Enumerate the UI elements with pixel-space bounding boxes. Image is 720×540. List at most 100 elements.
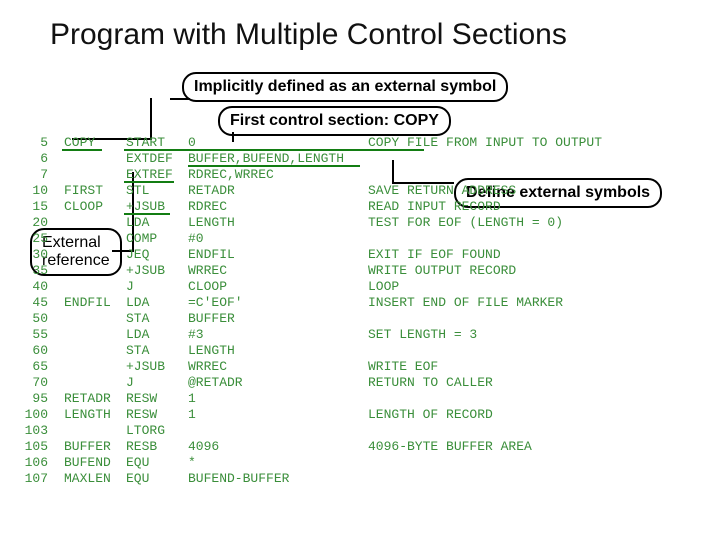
line-number: 6 [14,151,48,167]
code-row: 106BUFENDEQU* [14,455,710,471]
opcode-col: STA [126,311,188,327]
code-row: 6EXTDEFBUFFER,BUFEND,LENGTH [14,151,710,167]
code-row: 103 LTORG [14,423,710,439]
code-row: 50 STABUFFER [14,311,710,327]
line-number: 50 [14,311,48,327]
opcode-col: LDA [126,215,188,231]
line-number: 35 [14,263,48,279]
label-col: CLOOP [64,199,126,215]
opcode-col: STA [126,343,188,359]
operand-col: WRREC [188,359,368,375]
opcode-col: EQU [126,455,188,471]
line-number: 100 [14,407,48,423]
opcode-col: J [126,279,188,295]
label-col: LENGTH [64,407,126,423]
operand-col: ENDFIL [188,247,368,263]
line-number: 7 [14,167,48,183]
code-row: 15 CLOOP+JSUBRDRECREAD INPUT RECORD [14,199,710,215]
code-row: 60STALENGTH [14,343,710,359]
operand-col: CLOOP [188,279,368,295]
comment-col: 4096-BYTE BUFFER AREA [368,439,688,455]
label-col: COPY [64,135,126,151]
line-number: 106 [14,455,48,471]
comment-col: EXIT IF EOF FOUND [368,247,688,263]
code-row: 25 COMP#0 [14,231,710,247]
code-row: 35 +JSUBWRRECWRITE OUTPUT RECORD [14,263,710,279]
callout-implicit-symbol: Implicitly defined as an external symbol [182,72,508,102]
code-row: 40 JCLOOPLOOP [14,279,710,295]
code-row: 10FIRSTSTLRETADRSAVE RETURN ADDRESS [14,183,710,199]
operand-col: RETADR [188,183,368,199]
operand-col: #0 [188,231,368,247]
opcode-col: RESB [126,439,188,455]
code-row: 105BUFFERRESB40964096-BYTE BUFFER AREA [14,439,710,455]
operand-col: BUFEND-BUFFER [188,471,368,487]
opcode-col: LDA [126,327,188,343]
comment-col: RETURN TO CALLER [368,375,688,391]
comment-col: LOOP [368,279,688,295]
code-row: 55 LDA#3SET LENGTH = 3 [14,327,710,343]
line-number: 25 [14,231,48,247]
code-row: 30JEQENDFILEXIT IF EOF FOUND [14,247,710,263]
label-col: ENDFIL [64,295,126,311]
opcode-col: COMP [126,231,188,247]
line-number: 20 [14,215,48,231]
operand-col: BUFFER [188,311,368,327]
line-number: 103 [14,423,48,439]
connector-line [150,98,152,138]
label-col: RETADR [64,391,126,407]
page-title: Program with Multiple Control Sections [50,18,690,52]
operand-col: 1 [188,391,368,407]
comment-col: SET LENGTH = 3 [368,327,688,343]
operand-col: 4096 [188,439,368,455]
operand-col: WRREC [188,263,368,279]
opcode-col: START [126,135,188,151]
comment-col: WRITE OUTPUT RECORD [368,263,688,279]
comment-col: READ INPUT RECORD [368,199,688,215]
opcode-col: +JSUB [126,263,188,279]
code-row: 70 J@RETADRRETURN TO CALLER [14,375,710,391]
label-col: MAXLEN [64,471,126,487]
operand-col: LENGTH [188,343,368,359]
operand-col: RDREC [188,199,368,215]
opcode-col: +JSUB [126,199,188,215]
comment-col: TEST FOR EOF (LENGTH = 0) [368,215,688,231]
line-number: 105 [14,439,48,455]
label-col: BUFEND [64,455,126,471]
code-row: 95 RETADRRESW1 [14,391,710,407]
code-row: 107 MAXLENEQUBUFEND-BUFFER [14,471,710,487]
line-number: 5 [14,135,48,151]
comment-col: LENGTH OF RECORD [368,407,688,423]
code-row: 20 LDALENGTHTEST FOR EOF (LENGTH = 0) [14,215,710,231]
opcode-col: EQU [126,471,188,487]
line-number: 107 [14,471,48,487]
line-number: 70 [14,375,48,391]
opcode-col: LTORG [126,423,188,439]
code-row: 45ENDFILLDA=C'EOF'INSERT END OF FILE MAR… [14,295,710,311]
line-number: 30 [14,247,48,263]
comment-col: SAVE RETURN ADDRESS [368,183,688,199]
comment-col: WRITE EOF [368,359,688,375]
line-number: 40 [14,279,48,295]
line-number: 15 [14,199,48,215]
code-row: 100LENGTHRESW1LENGTH OF RECORD [14,407,710,423]
opcode-col: J [126,375,188,391]
line-number: 45 [14,295,48,311]
assembly-listing: 5 COPYSTART0COPY FILE FROM INPUT TO OUTPU… [14,135,710,487]
line-number: 95 [14,391,48,407]
operand-col: 0 [188,135,368,151]
operand-col: LENGTH [188,215,368,231]
line-number: 65 [14,359,48,375]
line-number: 10 [14,183,48,199]
operand-col: #3 [188,327,368,343]
line-number: 55 [14,327,48,343]
opcode-col: EXTREF [126,167,188,183]
operand-col: @RETADR [188,375,368,391]
callout-first-section: First control section: COPY [218,106,451,136]
comment-col: COPY FILE FROM INPUT TO OUTPUT [368,135,688,151]
code-row: 7EXTREFRDREC,WRREC [14,167,710,183]
code-row: 5 COPYSTART0COPY FILE FROM INPUT TO OUTPU… [14,135,710,151]
opcode-col: LDA [126,295,188,311]
operand-col: BUFFER,BUFEND,LENGTH [188,151,368,167]
opcode-col: RESW [126,391,188,407]
